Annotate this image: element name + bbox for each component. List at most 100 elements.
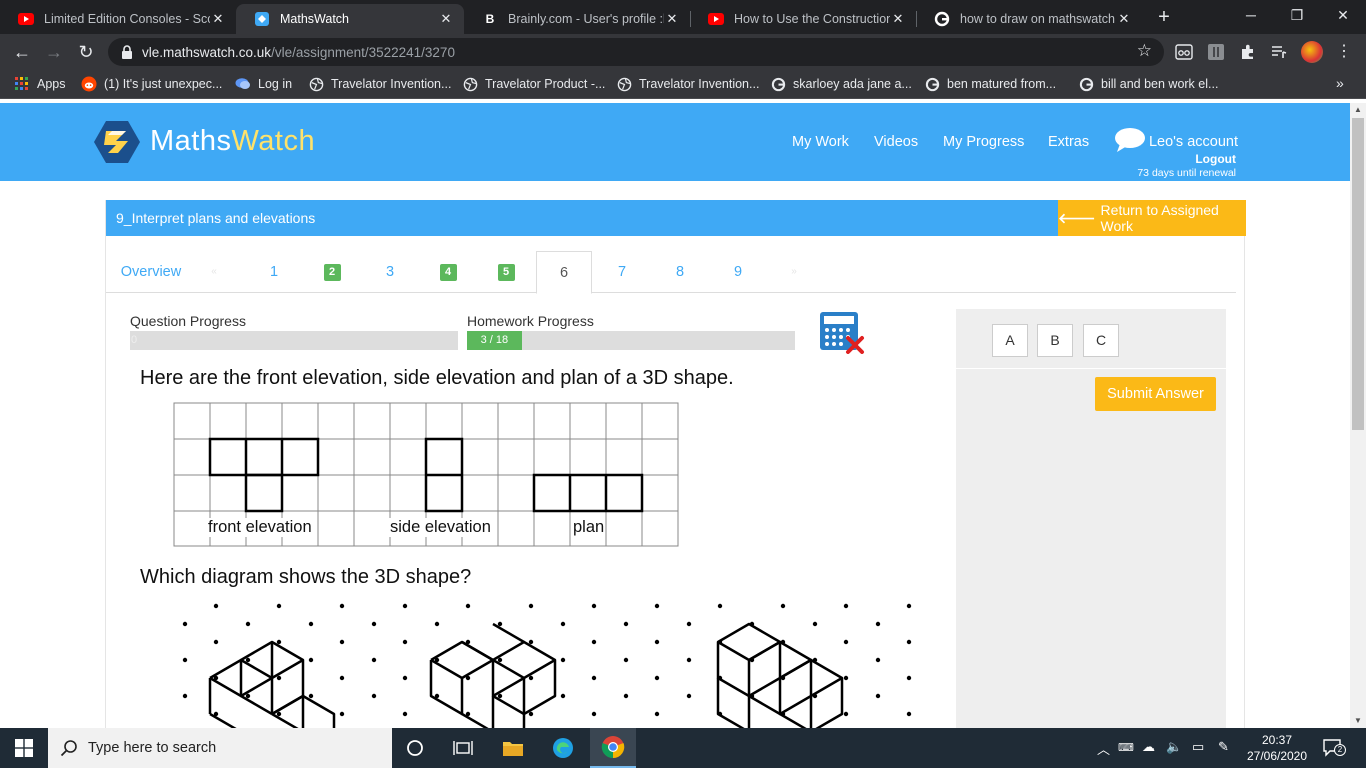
- answer-divider: [956, 368, 1226, 369]
- isometric-dot: [308, 693, 314, 699]
- isometric-dot: [686, 621, 692, 627]
- google-icon: [924, 76, 940, 92]
- window-close-button[interactable]: ✕: [1320, 0, 1366, 30]
- extension-glasses-icon[interactable]: [1175, 43, 1193, 61]
- option-a-button[interactable]: A: [992, 324, 1028, 357]
- maximize-button[interactable]: ❐: [1274, 0, 1320, 30]
- extension-box-icon[interactable]: [1207, 43, 1225, 61]
- tab-question-6[interactable]: 6: [536, 251, 592, 294]
- pen-workspace-icon[interactable]: ✎: [1218, 739, 1229, 755]
- tab-question-5[interactable]: 5: [486, 251, 526, 293]
- back-button[interactable]: ←: [10, 40, 34, 64]
- minimize-button[interactable]: ─: [1228, 0, 1274, 30]
- isometric-dot: [623, 693, 629, 699]
- tab-question-2[interactable]: 2: [312, 251, 352, 293]
- bookmarks-overflow-icon[interactable]: »: [1336, 75, 1344, 91]
- browser-toolbar: ← → ↻ vle.mathswatch.co.uk/vle/assignmen…: [0, 34, 1366, 70]
- bookmark-apps[interactable]: Apps: [14, 76, 66, 92]
- answer-panel: A B C Submit Answer: [956, 309, 1226, 728]
- return-to-assigned-work-button[interactable]: 🡐 Return to Assigned Work: [1058, 200, 1246, 236]
- task-view-button[interactable]: [440, 728, 486, 768]
- bookmark-star-icon[interactable]: ☆: [1137, 41, 1152, 61]
- close-icon[interactable]: ✕: [1116, 11, 1132, 27]
- new-tab-button[interactable]: +: [1152, 6, 1176, 30]
- taskbar-search-box[interactable]: Type here to search: [48, 728, 392, 768]
- tab-overview[interactable]: Overview: [116, 251, 186, 293]
- tab-question-8[interactable]: 8: [660, 251, 700, 293]
- tab-question-3[interactable]: 3: [370, 251, 410, 293]
- bookmark-log-in[interactable]: Log in: [235, 76, 292, 92]
- bookmark-reddit[interactable]: (1) It's just unexpec...: [81, 76, 222, 92]
- tray-overflow-icon[interactable]: ︿: [1097, 739, 1110, 758]
- file-explorer-button[interactable]: [490, 728, 536, 768]
- tab-question-7[interactable]: 7: [602, 251, 642, 293]
- reload-button[interactable]: ↻: [74, 40, 98, 64]
- tab-question-9[interactable]: 9: [718, 251, 758, 293]
- extensions-puzzle-icon[interactable]: [1239, 43, 1257, 61]
- bookmark-bill-and-ben[interactable]: bill and ben work el...: [1078, 76, 1218, 92]
- page-scrollbar[interactable]: ▲ ▼: [1350, 103, 1366, 728]
- forward-button[interactable]: →: [42, 40, 66, 64]
- media-queue-icon[interactable]: [1270, 43, 1288, 61]
- question-progress-label: Question Progress: [130, 313, 246, 329]
- bookmark-ben-matured[interactable]: ben matured from...: [924, 76, 1056, 92]
- brand-wordmark[interactable]: MathsWatch: [150, 125, 315, 158]
- edge-browser-button[interactable]: [540, 728, 586, 768]
- nav-my-work[interactable]: My Work: [792, 134, 849, 150]
- isometric-dot: [245, 621, 251, 627]
- bookmark-travelator-invention-2[interactable]: Travelator Invention...: [616, 76, 759, 92]
- network-icon[interactable]: ▭: [1192, 739, 1204, 755]
- profile-avatar[interactable]: [1301, 41, 1323, 63]
- renewal-notice: 73 days until renewal: [1137, 167, 1236, 179]
- isometric-dot: [717, 603, 723, 609]
- close-icon[interactable]: ✕: [890, 11, 906, 27]
- isometric-dot: [339, 639, 345, 645]
- option-c-button[interactable]: C: [1083, 324, 1119, 357]
- input-method-icon[interactable]: ⌨: [1118, 741, 1134, 754]
- browser-tab-construction[interactable]: How to Use the Construction T ✕: [690, 4, 916, 34]
- close-icon[interactable]: ✕: [210, 11, 226, 27]
- isometric-dot: [780, 603, 786, 609]
- isometric-dot: [339, 675, 345, 681]
- notification-center-button[interactable]: 2: [1322, 738, 1346, 758]
- tab-question-1[interactable]: 1: [254, 251, 294, 293]
- browser-tab-mathswatch[interactable]: MathsWatch ✕: [236, 4, 464, 34]
- tab-question-4[interactable]: 4: [428, 251, 468, 293]
- onedrive-cloud-icon[interactable]: ☁: [1142, 739, 1155, 755]
- nav-extras[interactable]: Extras: [1048, 134, 1089, 150]
- browser-tab-google-search[interactable]: how to draw on mathswatch - ✕: [916, 4, 1142, 34]
- isometric-options-diagram: [182, 603, 912, 728]
- globe-icon: [616, 76, 632, 92]
- caption-plan: plan: [572, 518, 606, 537]
- isometric-dot: [560, 621, 566, 627]
- close-icon[interactable]: ✕: [438, 11, 454, 27]
- option-b-button[interactable]: B: [1037, 324, 1073, 357]
- isometric-dot: [213, 603, 219, 609]
- scrollbar-thumb[interactable]: [1352, 118, 1364, 430]
- close-icon[interactable]: ✕: [664, 11, 680, 27]
- browser-tab-consoles[interactable]: Limited Edition Consoles - Sco ✕: [0, 4, 236, 34]
- mathswatch-logo-icon[interactable]: [92, 119, 142, 165]
- scroll-down-arrow-icon[interactable]: ▼: [1350, 714, 1366, 728]
- nav-my-progress[interactable]: My Progress: [943, 134, 1024, 150]
- isometric-dot: [339, 711, 345, 717]
- bookmark-travelator-product[interactable]: Travelator Product -...: [462, 76, 605, 92]
- browser-tab-brainly[interactable]: B Brainly.com - User's profile :leo ✕: [464, 4, 690, 34]
- nav-videos[interactable]: Videos: [874, 134, 918, 150]
- logout-link[interactable]: Logout: [1195, 152, 1236, 166]
- scroll-up-arrow-icon[interactable]: ▲: [1350, 103, 1366, 117]
- chrome-browser-button[interactable]: [590, 728, 636, 768]
- isometric-dot: [906, 711, 912, 717]
- account-name[interactable]: Leo's account: [1149, 134, 1238, 150]
- isometric-dot: [213, 639, 219, 645]
- start-button[interactable]: [0, 728, 48, 768]
- bookmark-skarloey[interactable]: skarloey ada jane a...: [770, 76, 912, 92]
- bookmark-travelator-invention-1[interactable]: Travelator Invention...: [308, 76, 451, 92]
- google-icon: [770, 76, 786, 92]
- cortana-button[interactable]: [392, 728, 438, 768]
- system-clock[interactable]: 20:37 27/06/2020: [1246, 732, 1308, 764]
- address-bar[interactable]: vle.mathswatch.co.uk/vle/assignment/3522…: [108, 38, 1164, 66]
- volume-icon[interactable]: 🔈: [1166, 739, 1182, 755]
- submit-answer-button[interactable]: Submit Answer: [1095, 377, 1216, 411]
- browser-menu-icon[interactable]: ⋮: [1336, 42, 1352, 62]
